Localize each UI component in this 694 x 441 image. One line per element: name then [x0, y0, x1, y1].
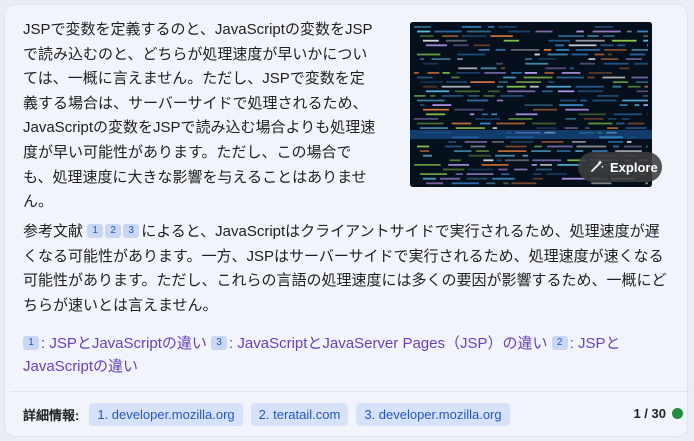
reference-links: 1: JSPとJavaScriptの違い 3: JavaScriptとJavaS… — [23, 332, 663, 378]
reference-link[interactable]: 1: JSPとJavaScriptの違い — [23, 335, 207, 352]
explore-label: Explore — [610, 159, 658, 175]
footer-bar: 詳細情報: 1. developer.mozilla.org 2. terata… — [23, 398, 683, 430]
footer-divider — [10, 391, 692, 392]
learn-more-label: 詳細情報: — [23, 407, 80, 423]
turn-counter: 1 / 30 — [633, 406, 683, 421]
turn-counter-text: 1 / 30 — [633, 406, 666, 421]
sparkle-wand-icon — [590, 159, 604, 176]
citation-3[interactable]: 3 — [123, 224, 140, 238]
answer-paragraph-1: JSPで変数を定義するのと、JavaScriptの変数をJSPで読み込むのと、ど… — [23, 21, 376, 211]
source-chip[interactable]: 2. teratail.com — [250, 402, 349, 426]
citation-2[interactable]: 2 — [105, 224, 122, 238]
answer-card: JSPで変数を定義するのと、JavaScriptの変数をJSPで読み込むのと、ど… — [5, 5, 692, 436]
source-chip[interactable]: 3. developer.mozilla.org — [356, 402, 510, 426]
source-chip[interactable]: 1. developer.mozilla.org — [89, 402, 243, 426]
citation-1[interactable]: 1 — [87, 224, 104, 238]
status-dot-icon — [672, 408, 683, 419]
answer-paragraph-2: 参考文献 1 2 3 によると、JavaScriptはクライアントサイドで実行されるた… — [23, 220, 673, 318]
reference-link[interactable]: 3: JavaScriptとJavaServer Pages（JSP）の違い — [211, 335, 547, 352]
explore-button[interactable]: Explore — [578, 152, 662, 182]
references-prefix: 参考文献 — [23, 223, 84, 240]
